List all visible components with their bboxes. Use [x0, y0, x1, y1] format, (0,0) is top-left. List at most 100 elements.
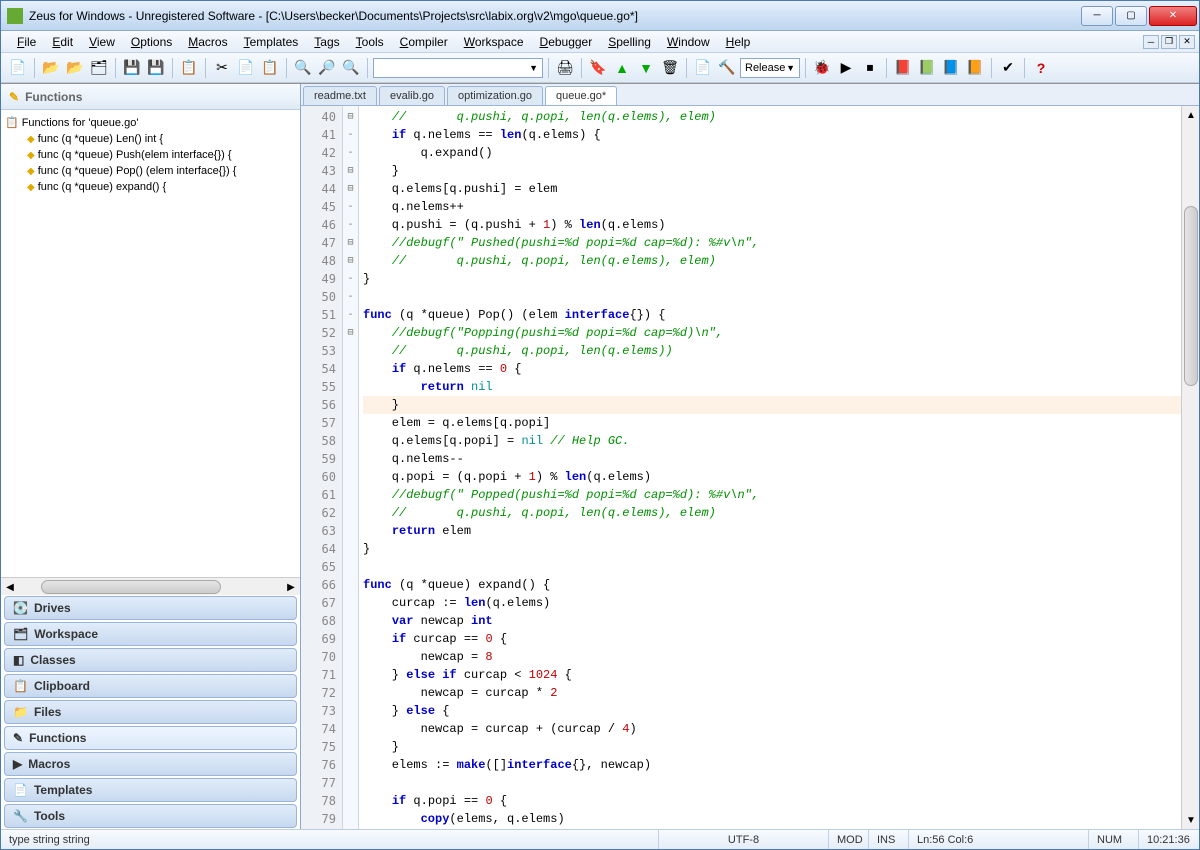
panel-icon: ▶	[13, 757, 22, 771]
debug-icon[interactable]: 🐞	[811, 57, 833, 79]
help-icon[interactable]: ?	[1030, 57, 1052, 79]
menu-edit[interactable]: Edit	[44, 33, 81, 51]
menu-spelling[interactable]: Spelling	[600, 33, 659, 51]
function-label: func (q *queue) Len() int {	[38, 133, 163, 145]
tab[interactable]: evalib.go	[379, 86, 445, 105]
status-mod: MOD	[829, 830, 869, 849]
panel-tools[interactable]: 🔧Tools	[4, 804, 297, 828]
spellcheck-icon[interactable]: ✔	[997, 57, 1019, 79]
mdi-restore-button[interactable]: ❐	[1161, 35, 1177, 49]
tab-strip: readme.txtevalib.gooptimization.goqueue.…	[301, 84, 1199, 106]
paste-icon[interactable]: 📋	[259, 57, 281, 79]
panel-label: Tools	[34, 809, 65, 823]
close-button[interactable]: ✕	[1149, 6, 1197, 26]
clear-bookmark-icon[interactable]: 🗑	[659, 57, 681, 79]
tab[interactable]: readme.txt	[303, 86, 377, 105]
menu-tools[interactable]: Tools	[348, 33, 392, 51]
separator	[548, 58, 549, 78]
function-item[interactable]: ◆func (q *queue) Push(elem interface{}) …	[5, 147, 296, 163]
editor-area: readme.txtevalib.gooptimization.goqueue.…	[301, 84, 1199, 829]
separator	[886, 58, 887, 78]
find-icon[interactable]: 🔍	[292, 57, 314, 79]
panel-functions[interactable]: ✎Functions	[4, 726, 297, 750]
menubar: FileEditViewOptionsMacrosTemplatesTagsTo…	[1, 31, 1199, 53]
panel-workspace[interactable]: 🗂Workspace	[4, 622, 297, 646]
panel-clipboard[interactable]: 📋Clipboard	[4, 674, 297, 698]
tab[interactable]: queue.go*	[545, 86, 617, 105]
panel-label: Files	[34, 705, 61, 719]
panel-label: Macros	[28, 757, 70, 771]
find-replace-icon[interactable]: 🔎	[316, 57, 338, 79]
menu-workspace[interactable]: Workspace	[456, 33, 532, 51]
properties-icon[interactable]: 📋	[178, 57, 200, 79]
menu-options[interactable]: Options	[123, 33, 180, 51]
sidebar-hscrollbar[interactable]: ◀ ▶	[1, 577, 300, 595]
print-icon[interactable]: 🖨	[554, 57, 576, 79]
arrow-up-icon[interactable]: ▲	[611, 57, 633, 79]
vscroll-thumb[interactable]	[1184, 206, 1198, 386]
minimize-button[interactable]: ─	[1081, 6, 1113, 26]
cut-icon[interactable]: ✂	[211, 57, 233, 79]
titlebar[interactable]: Zeus for Windows - Unregistered Software…	[1, 1, 1199, 31]
scroll-up-icon[interactable]: ▲	[1182, 106, 1199, 124]
run-icon[interactable]: ▶	[835, 57, 857, 79]
book3-icon[interactable]: 📘	[940, 57, 962, 79]
panel-label: Drives	[34, 601, 71, 615]
panel-drives[interactable]: 💽 Drives	[4, 596, 297, 620]
menu-window[interactable]: Window	[659, 33, 718, 51]
menu-help[interactable]: Help	[718, 33, 759, 51]
scroll-down-icon[interactable]: ▼	[1182, 811, 1199, 829]
open-folder-icon[interactable]: 📂	[40, 57, 62, 79]
menu-compiler[interactable]: Compiler	[392, 33, 456, 51]
menu-macros[interactable]: Macros	[180, 33, 235, 51]
line-gutter[interactable]: 40 41 42 43 44 45 46 47 48 49 50 51 52 5…	[301, 106, 343, 829]
function-item[interactable]: ◆func (q *queue) Len() int {	[5, 131, 296, 147]
mdi-minimize-button[interactable]: ─	[1143, 35, 1159, 49]
separator	[286, 58, 287, 78]
panel-templates[interactable]: 📄Templates	[4, 778, 297, 802]
save-all-icon[interactable]: 💾	[145, 57, 167, 79]
bookmark-icon[interactable]: 🔖	[587, 57, 609, 79]
panel-icon: ✎	[13, 731, 23, 745]
separator	[205, 58, 206, 78]
maximize-button[interactable]: ▢	[1115, 6, 1147, 26]
editor-vscrollbar[interactable]: ▲ ▼	[1181, 106, 1199, 829]
panel-classes[interactable]: ◧Classes	[4, 648, 297, 672]
scroll-right-icon[interactable]: ▶	[282, 578, 300, 596]
tab[interactable]: optimization.go	[447, 86, 543, 105]
new-file-icon[interactable]: 📄	[7, 57, 29, 79]
menu-templates[interactable]: Templates	[236, 33, 307, 51]
compile-icon[interactable]: 📄	[692, 57, 714, 79]
status-num: NUM	[1089, 830, 1139, 849]
menu-tags[interactable]: Tags	[306, 33, 347, 51]
panel-icon: 💽	[13, 601, 28, 615]
mdi-close-button[interactable]: ✕	[1179, 35, 1195, 49]
copy-icon[interactable]: 📄	[235, 57, 257, 79]
build-icon[interactable]: 🔨	[716, 57, 738, 79]
search-combo[interactable]: ▼	[373, 58, 543, 78]
scroll-left-icon[interactable]: ◀	[1, 578, 19, 596]
menu-view[interactable]: View	[81, 33, 123, 51]
save-icon[interactable]: 💾	[121, 57, 143, 79]
stop-icon[interactable]: ⏹	[859, 57, 881, 79]
arrow-down-icon[interactable]: ▼	[635, 57, 657, 79]
book-icon[interactable]: 📕	[892, 57, 914, 79]
code-editor[interactable]: // q.pushi, q.popi, len(q.elems), elem) …	[359, 106, 1181, 829]
book2-icon[interactable]: 📗	[916, 57, 938, 79]
menu-debugger[interactable]: Debugger	[532, 33, 601, 51]
bullet-icon: ◆	[27, 150, 35, 161]
scroll-thumb[interactable]	[41, 580, 221, 594]
panel-files[interactable]: 📁Files	[4, 700, 297, 724]
tree-root[interactable]: 📋 Functions for 'queue.go'	[5, 114, 296, 131]
function-item[interactable]: ◆func (q *queue) Pop() (elem interface{}…	[5, 163, 296, 179]
function-tree[interactable]: 📋 Functions for 'queue.go' ◆func (q *que…	[1, 110, 300, 577]
fold-column[interactable]: ⊟ - - ⊟ ⊟ - - ⊟ ⊟ - - - ⊟	[343, 106, 359, 829]
panel-macros[interactable]: ▶ Macros	[4, 752, 297, 776]
open-folder2-icon[interactable]: 📂	[64, 57, 86, 79]
book4-icon[interactable]: 📙	[964, 57, 986, 79]
open-folders-icon[interactable]: 🗂	[88, 57, 110, 79]
config-combo[interactable]: Release▼	[740, 58, 800, 78]
find-files-icon[interactable]: 🔍	[340, 57, 362, 79]
menu-file[interactable]: File	[9, 33, 44, 51]
function-item[interactable]: ◆func (q *queue) expand() {	[5, 179, 296, 195]
